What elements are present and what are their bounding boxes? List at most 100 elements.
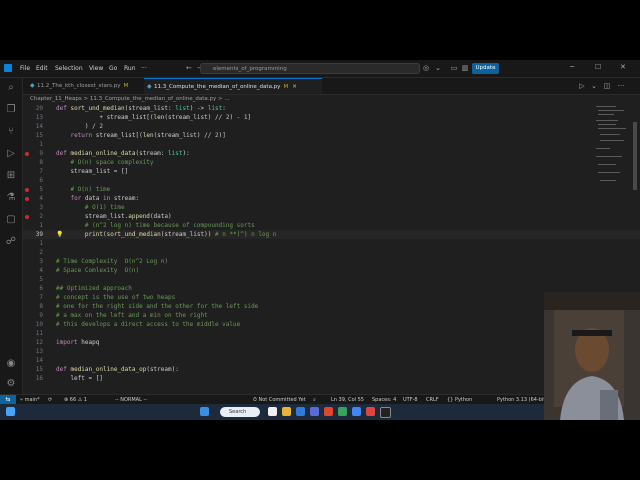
editor-tabs: ◆ 11.2_The_kth_closest_stars.py M ◆ 11.3_… [23,78,640,95]
code-line[interactable]: 4 for data in stream: [23,194,640,203]
line-number: 15 [35,366,43,373]
vscode-taskbar-icon[interactable] [296,407,305,416]
code-text: stream_list = [] [56,168,129,175]
spotify-icon[interactable] [338,407,347,416]
split-editor-icon[interactable]: ◫ [603,82,611,90]
source-control-icon[interactable]: ⑂ [5,126,17,138]
scrollbar-thumb[interactable] [633,122,637,190]
panel-toggle-icon[interactable]: ▭ [450,64,458,72]
more-actions-icon[interactable]: ··· [617,82,625,90]
app-icon[interactable] [324,407,333,416]
line-number: 9 [39,312,43,319]
tab-label: 11.3_Compute_the_median_of_online_data.p… [154,84,281,90]
line-number: 11 [35,330,43,337]
code-text: ## Optimized approach [56,285,132,292]
task-view-icon[interactable] [268,407,277,416]
code-line[interactable]: 13 + stream_list[(len(stream_list) // 2)… [23,113,640,122]
minimap[interactable] [594,104,630,204]
code-line[interactable]: 9 def median_online_data(stream: list): [23,149,640,158]
python-file-icon: ◆ [30,82,35,89]
code-line[interactable]: 6 [23,176,640,185]
layout-icon[interactable]: ▥ [461,64,469,72]
tab-kth-closest-stars[interactable]: ◆ 11.2_The_kth_closest_stars.py M [27,78,142,94]
widgets-icon[interactable] [6,407,15,416]
menu-run[interactable]: Run [124,65,136,72]
menu-more[interactable]: ··· [141,65,147,72]
account-icon[interactable]: ◉ [5,358,17,370]
code-text: # concept is the use of two heaps [56,294,176,301]
code-line[interactable]: 7 stream_list = [] [23,167,640,176]
title-bar: File Edit Selection View Go Run ··· ← → … [0,60,640,78]
remote-explorer-icon[interactable]: ▢ [5,214,17,226]
code-text: # a max on the left and a min on the rig… [56,312,208,319]
line-number: 3 [39,258,43,265]
code-line[interactable]: 2 stream_list.append(data) [23,212,640,221]
commit-label: Not Committed Yet [258,397,306,403]
maximize-icon[interactable]: ☐ [595,63,601,71]
code-line[interactable]: 3 # Time Complexity O(n^2 Log n) [23,257,640,266]
code-text: # O(1) time [56,204,125,211]
close-tab-icon[interactable]: ✕ [292,84,297,90]
extensions-icon[interactable]: ⊞ [5,170,17,182]
teams-icon[interactable] [310,407,319,416]
code-line[interactable]: 4 # Space Comlexity O(n) [23,266,640,275]
line-number: 2 [39,213,43,220]
code-line[interactable]: 1 [23,140,640,149]
menu-view[interactable]: View [89,65,103,72]
run-python-icon[interactable]: ▷ [578,82,586,90]
code-line[interactable]: 2 [23,248,640,257]
code-line[interactable]: 1 # (n^2 log n) time because of compound… [23,221,640,230]
error-count: 66 [69,397,77,403]
breadcrumb[interactable]: Chapter_11_Heaps > 11.3_Compute_the_medi… [30,96,230,102]
graph-icon[interactable]: ☍ [5,236,17,248]
search-icon[interactable]: ⌕ [5,82,17,94]
branch-name: main* [24,397,40,403]
line-number: 1 [39,240,43,247]
menu-edit[interactable]: Edit [36,65,48,72]
gear-icon[interactable]: ⚙ [5,378,17,390]
code-line[interactable]: 3 # O(1) time [23,203,640,212]
line-number: 6 [39,285,43,292]
app-icon[interactable] [366,407,375,416]
code-text: # O(n) time [56,186,111,193]
chevron-down-icon[interactable]: ⌄ [590,82,598,90]
menu-go[interactable]: Go [109,65,117,72]
start-icon[interactable] [200,407,209,416]
tab-median-online-data[interactable]: ◆ 11.3_Compute_the_median_of_online_data… [144,78,322,94]
update-button[interactable]: Update [472,63,499,74]
back-arrow-icon[interactable]: ← [186,64,192,72]
explorer-icon[interactable]: ❐ [5,104,17,116]
file-explorer-icon[interactable] [282,407,291,416]
close-icon[interactable]: ✕ [620,63,626,71]
line-number: 1 [39,141,43,148]
chevron-down-icon[interactable]: ⌄ [434,64,442,72]
code-line[interactable]: 20 def sort_und_median(stream_list: list)… [23,104,640,113]
code-line[interactable]: 14 ) / 2 [23,122,640,131]
code-line[interactable]: 5 # O(n) time [23,185,640,194]
line-number: 13 [35,348,43,355]
line-number: 7 [39,168,43,175]
menu-file[interactable]: File [20,65,30,72]
search-label: Search [229,409,247,415]
chrome-icon[interactable] [352,407,361,416]
code-line[interactable]: 15 return stream_list[(len(stream_list) … [23,131,640,140]
code-text: # O(n) space complexity [56,159,154,166]
code-text: print(sort_und_median(stream_list)) # n … [84,231,277,238]
flask-icon[interactable]: ⚗ [5,192,17,204]
code-line[interactable]: 39 💡 print(sort_und_median(stream_list)) … [23,230,640,239]
obs-icon[interactable] [380,407,391,418]
code-line[interactable]: 5 [23,275,640,284]
copilot-icon[interactable]: ◎ [422,64,430,72]
code-text: return stream_list[(len(stream_list) // … [70,132,226,139]
command-center[interactable]: elements_of_programming [200,63,420,74]
run-debug-icon[interactable]: ▷ [5,148,17,160]
line-number: 13 [35,114,43,121]
code-text: def median_online_data_op(stream): [56,366,179,373]
taskbar-search[interactable]: Search [220,407,260,417]
code-line[interactable]: 1 [23,239,640,248]
menu-selection[interactable]: Selection [55,65,83,72]
code-text: # Time Complexity O(n^2 Log n) [56,258,168,265]
code-line[interactable]: 8 # O(n) space complexity [23,158,640,167]
minimize-icon[interactable]: ─ [570,63,574,71]
tab-label: 11.2_The_kth_closest_stars.py [37,83,121,89]
